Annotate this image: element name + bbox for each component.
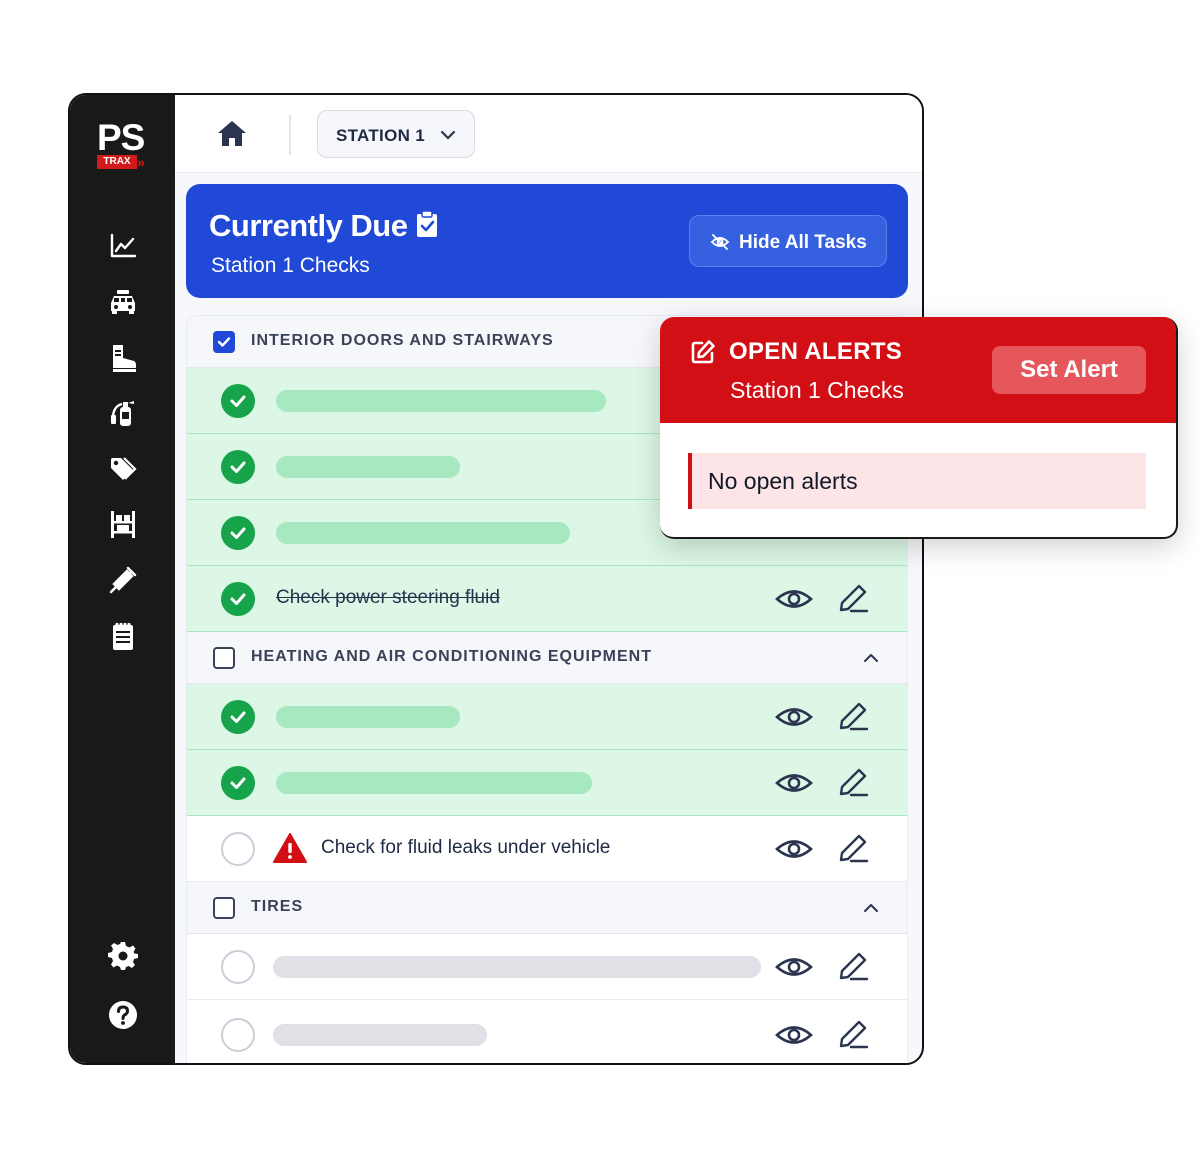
- edit-square-icon: [690, 339, 716, 365]
- section-header[interactable]: HEATING AND AIR CONDITIONING EQUIPMENT: [187, 632, 907, 684]
- topbar-divider: [289, 115, 291, 155]
- task-row[interactable]: [187, 684, 907, 750]
- station-dropdown-label: STATION 1: [336, 126, 425, 145]
- gear-icon[interactable]: [108, 940, 138, 970]
- check-circle-icon[interactable]: [221, 700, 255, 734]
- task-row[interactable]: [187, 1002, 907, 1063]
- pencil-icon[interactable]: [837, 766, 869, 798]
- home-icon[interactable]: [217, 119, 247, 147]
- hide-all-tasks-label: Hide All Tasks: [739, 232, 867, 253]
- pencil-icon[interactable]: [837, 582, 869, 614]
- section-title: HEATING AND AIR CONDITIONING EQUIPMENT: [251, 648, 652, 665]
- no-alerts-message: No open alerts: [688, 453, 1146, 509]
- open-alerts-title: OPEN ALERTS: [729, 338, 903, 365]
- check-circle-icon[interactable]: [221, 766, 255, 800]
- task-row[interactable]: Check for fluid leaks under vehicle: [187, 816, 907, 882]
- no-alerts-text: No open alerts: [708, 468, 858, 494]
- incomplete-circle-icon[interactable]: [221, 950, 255, 984]
- check-circle-icon[interactable]: [221, 450, 255, 484]
- currently-due-title: Currently Due: [209, 208, 408, 243]
- eye-icon[interactable]: [775, 951, 813, 983]
- storage-rack-icon[interactable]: [108, 509, 138, 539]
- chevron-down-icon: [438, 125, 458, 145]
- logo-chevrons: »: [137, 154, 145, 170]
- warning-triangle-icon: [272, 832, 308, 864]
- top-bar: STATION 1: [175, 95, 922, 173]
- task-placeholder-bar: [276, 456, 460, 478]
- eye-icon[interactable]: [775, 1019, 813, 1051]
- task-row[interactable]: [187, 934, 907, 1000]
- currently-due-subtitle: Station 1 Checks: [211, 254, 370, 277]
- task-placeholder-bar: [273, 956, 761, 978]
- task-row[interactable]: Check power steering fluid: [187, 566, 907, 632]
- open-alerts-card: OPEN ALERTS Station 1 Checks Set Alert N…: [660, 317, 1178, 539]
- chevron-up-icon[interactable]: [861, 648, 881, 668]
- pencil-icon[interactable]: [837, 950, 869, 982]
- chevron-up-icon[interactable]: [861, 898, 881, 918]
- eye-icon[interactable]: [775, 767, 813, 799]
- help-icon[interactable]: [108, 1000, 138, 1030]
- logo-text: PS: [97, 117, 145, 158]
- eye-icon[interactable]: [775, 701, 813, 733]
- task-label: Check power steering fluid: [276, 587, 500, 608]
- section-title: INTERIOR DOORS AND STAIRWAYS: [251, 332, 554, 349]
- vehicle-icon[interactable]: [108, 287, 138, 317]
- section-checkbox[interactable]: [213, 897, 235, 919]
- app-window: PS TRAX » STATION 1 Currently Due Statio…: [68, 93, 924, 1065]
- set-alert-label: Set Alert: [1020, 356, 1118, 383]
- clipboard-check-icon: [416, 210, 438, 238]
- section-checkbox[interactable]: [213, 647, 235, 669]
- check-circle-icon[interactable]: [221, 384, 255, 418]
- extinguisher-icon[interactable]: [108, 398, 138, 428]
- ps-trax-logo[interactable]: PS TRAX »: [94, 117, 156, 171]
- syringe-icon[interactable]: [108, 565, 138, 595]
- pencil-icon[interactable]: [837, 700, 869, 732]
- currently-due-card: Currently Due Station 1 Checks Hide All …: [186, 184, 908, 298]
- task-label: Check for fluid leaks under vehicle: [321, 837, 611, 858]
- hide-all-tasks-button[interactable]: Hide All Tasks: [689, 215, 887, 267]
- section-header[interactable]: TIRES: [187, 882, 907, 934]
- check-circle-icon[interactable]: [221, 582, 255, 616]
- task-row[interactable]: [187, 750, 907, 816]
- set-alert-button[interactable]: Set Alert: [992, 346, 1146, 394]
- open-alerts-header: OPEN ALERTS Station 1 Checks Set Alert: [660, 317, 1176, 423]
- chart-line-icon[interactable]: [108, 231, 138, 261]
- notepad-icon[interactable]: [108, 621, 138, 651]
- boot-icon[interactable]: [108, 343, 138, 373]
- eye-icon[interactable]: [775, 583, 813, 615]
- task-placeholder-bar: [276, 772, 592, 794]
- eye-slash-icon: [710, 232, 730, 252]
- station-dropdown[interactable]: STATION 1: [317, 110, 475, 158]
- check-circle-icon[interactable]: [221, 516, 255, 550]
- section-checkbox[interactable]: [213, 331, 235, 353]
- incomplete-circle-icon[interactable]: [221, 832, 255, 866]
- pencil-icon[interactable]: [837, 1018, 869, 1050]
- task-placeholder-bar: [276, 706, 460, 728]
- section-title: TIRES: [251, 898, 304, 915]
- eye-icon[interactable]: [775, 833, 813, 865]
- task-placeholder-bar: [273, 1024, 487, 1046]
- pencil-icon[interactable]: [837, 832, 869, 864]
- logo-subtext: TRAX: [97, 155, 137, 169]
- tags-icon[interactable]: [108, 454, 138, 484]
- task-placeholder-bar: [276, 390, 606, 412]
- open-alerts-subtitle: Station 1 Checks: [730, 377, 904, 403]
- task-placeholder-bar: [276, 522, 570, 544]
- sidebar: PS TRAX »: [70, 95, 175, 1063]
- incomplete-circle-icon[interactable]: [221, 1018, 255, 1052]
